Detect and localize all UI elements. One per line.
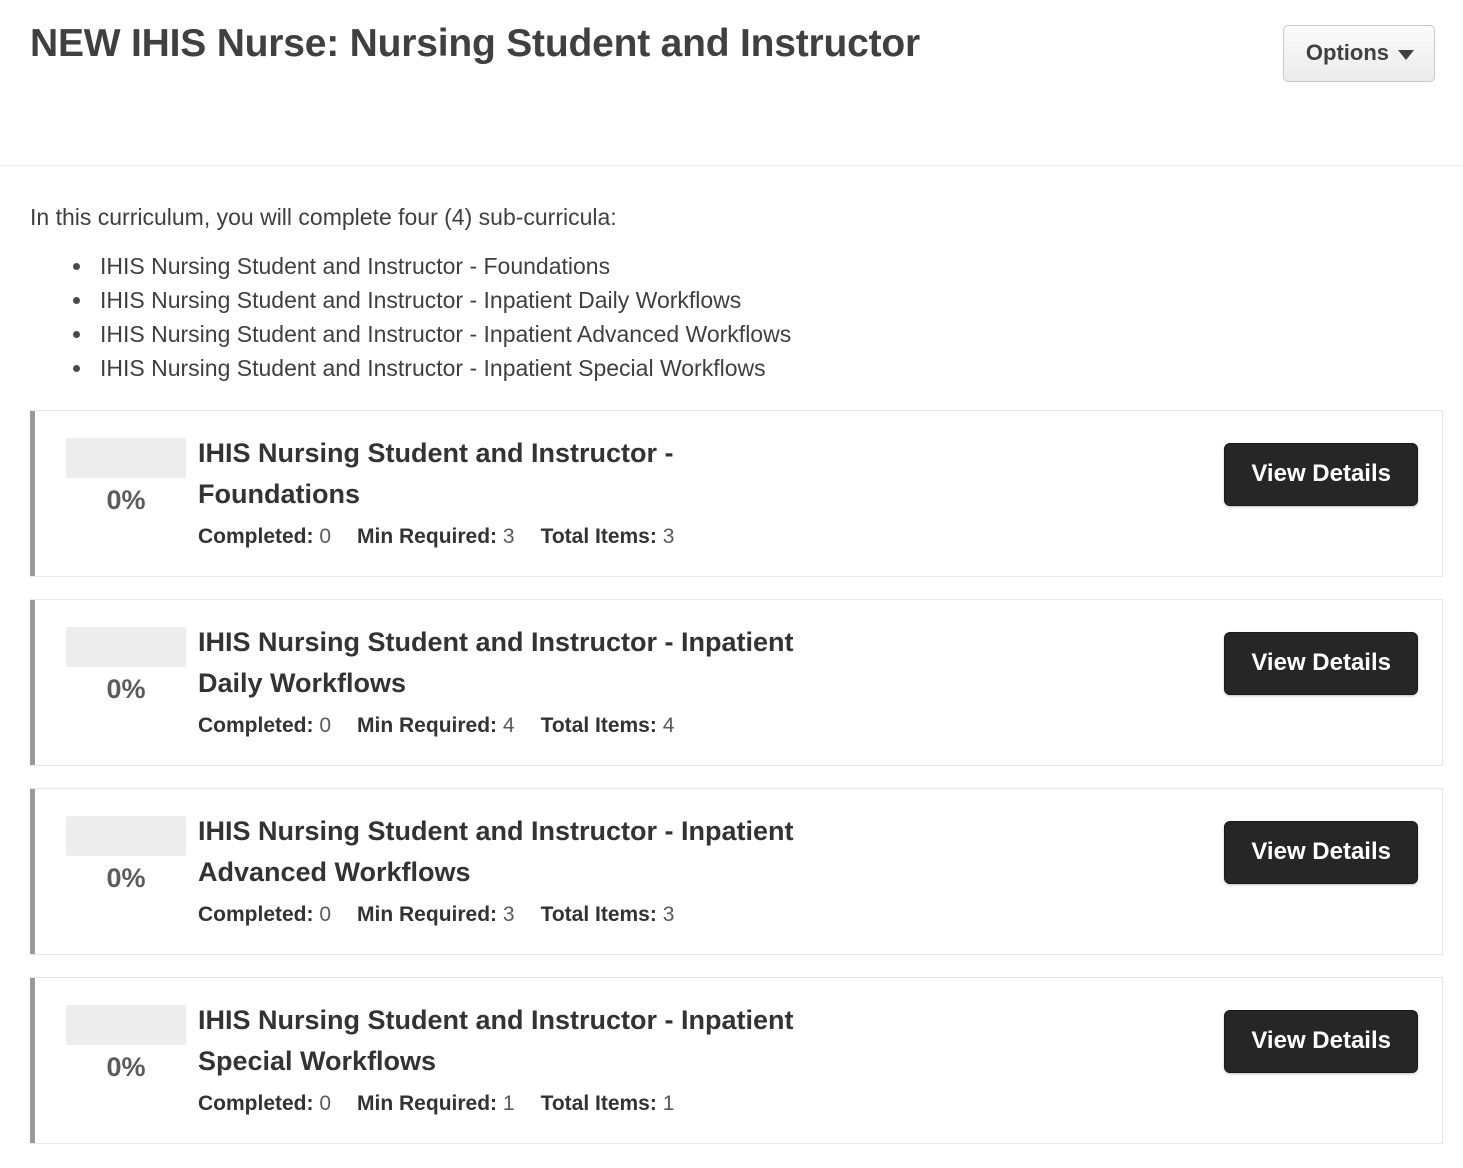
view-details-button[interactable]: View Details xyxy=(1224,443,1418,507)
card-action: View Details xyxy=(1224,618,1442,696)
stat-total-items-value: 3 xyxy=(662,525,675,549)
list-item: IHIS Nursing Student and Instructor - In… xyxy=(94,351,1439,385)
stat-completed: Completed: 0 xyxy=(198,712,331,739)
stat-min-required: Min Required: 1 xyxy=(357,1090,515,1117)
card-body: IHIS Nursing Student and Instructor - In… xyxy=(198,807,1224,928)
stat-total-items-value: 3 xyxy=(662,903,675,927)
stat-total-items-label: Total Items: xyxy=(540,525,657,549)
progress-section: 0% xyxy=(30,996,198,1083)
stat-min-required-label: Min Required: xyxy=(357,1092,498,1116)
card-stats: Completed: 0 Min Required: 1 Total Items: … xyxy=(198,1090,1208,1117)
sub-curricula-cards: 0% IHIS Nursing Student and Instructor -… xyxy=(0,410,1463,1145)
stat-completed-value: 0 xyxy=(319,1092,332,1116)
options-button-label: Options xyxy=(1305,40,1389,65)
card-title: IHIS Nursing Student and Instructor - In… xyxy=(198,816,794,888)
card-action: View Details xyxy=(1224,429,1442,507)
stat-completed: Completed: 0 xyxy=(198,523,331,550)
card-stats: Completed: 0 Min Required: 3 Total Items: … xyxy=(198,901,1208,928)
stat-total-items-value: 1 xyxy=(662,1092,675,1116)
stat-total-items: Total Items: 4 xyxy=(541,712,675,739)
progress-percent-label: 0% xyxy=(106,674,146,705)
progress-percent-label: 0% xyxy=(106,485,146,516)
card-title: IHIS Nursing Student and Instructor - Fo… xyxy=(198,438,674,510)
list-item: IHIS Nursing Student and Instructor - In… xyxy=(94,283,1439,317)
progress-bar xyxy=(66,627,186,668)
curriculum-page: NEW IHIS Nurse: Nursing Student and Inst… xyxy=(0,0,1463,1168)
stat-total-items: Total Items: 1 xyxy=(541,1090,675,1117)
stat-min-required: Min Required: 3 xyxy=(357,901,515,928)
stat-completed-label: Completed: xyxy=(198,1092,314,1116)
card-body: IHIS Nursing Student and Instructor - In… xyxy=(198,618,1224,739)
stat-completed-value: 0 xyxy=(319,903,332,927)
stat-min-required-value: 1 xyxy=(502,1092,515,1116)
card-body: IHIS Nursing Student and Instructor - Fo… xyxy=(198,429,1224,550)
stat-completed-label: Completed: xyxy=(198,525,314,549)
stat-min-required-label: Min Required: xyxy=(357,714,498,738)
stat-min-required: Min Required: 3 xyxy=(357,523,515,550)
view-details-button[interactable]: View Details xyxy=(1224,1010,1418,1074)
progress-section: 0% xyxy=(30,618,198,705)
stat-total-items-label: Total Items: xyxy=(540,714,657,738)
list-item: IHIS Nursing Student and Instructor - Fo… xyxy=(94,249,1439,283)
sub-curricula-list: IHIS Nursing Student and Instructor - Fo… xyxy=(30,249,1439,385)
stat-completed: Completed: 0 xyxy=(198,901,331,928)
intro-lead-text: In this curriculum, you will complete fo… xyxy=(30,204,617,230)
stat-total-items-label: Total Items: xyxy=(540,903,657,927)
card-body: IHIS Nursing Student and Instructor - In… xyxy=(198,996,1224,1117)
card-title: IHIS Nursing Student and Instructor - In… xyxy=(198,627,794,699)
card-title: IHIS Nursing Student and Instructor - In… xyxy=(198,1005,794,1077)
list-item: IHIS Nursing Student and Instructor - In… xyxy=(94,317,1439,351)
stat-completed-value: 0 xyxy=(319,525,332,549)
card-action: View Details xyxy=(1224,807,1442,885)
stat-completed-value: 0 xyxy=(319,714,332,738)
progress-bar xyxy=(66,1005,186,1046)
progress-bar xyxy=(66,816,186,857)
view-details-button[interactable]: View Details xyxy=(1224,821,1418,885)
options-button[interactable]: Options xyxy=(1282,25,1435,82)
stat-min-required: Min Required: 4 xyxy=(357,712,515,739)
curriculum-card: 0% IHIS Nursing Student and Instructor -… xyxy=(30,599,1443,767)
view-details-button[interactable]: View Details xyxy=(1224,632,1418,696)
card-stats: Completed: 0 Min Required: 3 Total Items: … xyxy=(198,523,1208,550)
progress-percent-label: 0% xyxy=(106,863,146,894)
chevron-down-icon xyxy=(1398,49,1414,60)
progress-section: 0% xyxy=(30,807,198,894)
curriculum-card: 0% IHIS Nursing Student and Instructor -… xyxy=(30,788,1443,956)
stat-completed-label: Completed: xyxy=(198,714,314,738)
stat-min-required-value: 3 xyxy=(502,525,515,549)
stat-total-items-label: Total Items: xyxy=(540,1092,657,1116)
card-stats: Completed: 0 Min Required: 4 Total Items: … xyxy=(198,712,1208,739)
stat-total-items: Total Items: 3 xyxy=(541,901,675,928)
stat-min-required-value: 3 xyxy=(502,903,515,927)
intro-section: In this curriculum, you will complete fo… xyxy=(0,166,1463,385)
curriculum-card: 0% IHIS Nursing Student and Instructor -… xyxy=(30,977,1443,1145)
page-header: NEW IHIS Nurse: Nursing Student and Inst… xyxy=(0,0,1463,166)
stat-total-items: Total Items: 3 xyxy=(541,523,675,550)
stat-completed: Completed: 0 xyxy=(198,1090,331,1117)
progress-percent-label: 0% xyxy=(106,1052,146,1083)
card-action: View Details xyxy=(1224,996,1442,1074)
stat-min-required-label: Min Required: xyxy=(357,903,498,927)
curriculum-card: 0% IHIS Nursing Student and Instructor -… xyxy=(30,410,1443,578)
stat-min-required-label: Min Required: xyxy=(357,525,498,549)
page-title: NEW IHIS Nurse: Nursing Student and Inst… xyxy=(30,22,921,65)
stat-total-items-value: 4 xyxy=(662,714,675,738)
stat-completed-label: Completed: xyxy=(198,903,314,927)
stat-min-required-value: 4 xyxy=(502,714,515,738)
progress-section: 0% xyxy=(30,429,198,516)
progress-bar xyxy=(66,438,186,479)
